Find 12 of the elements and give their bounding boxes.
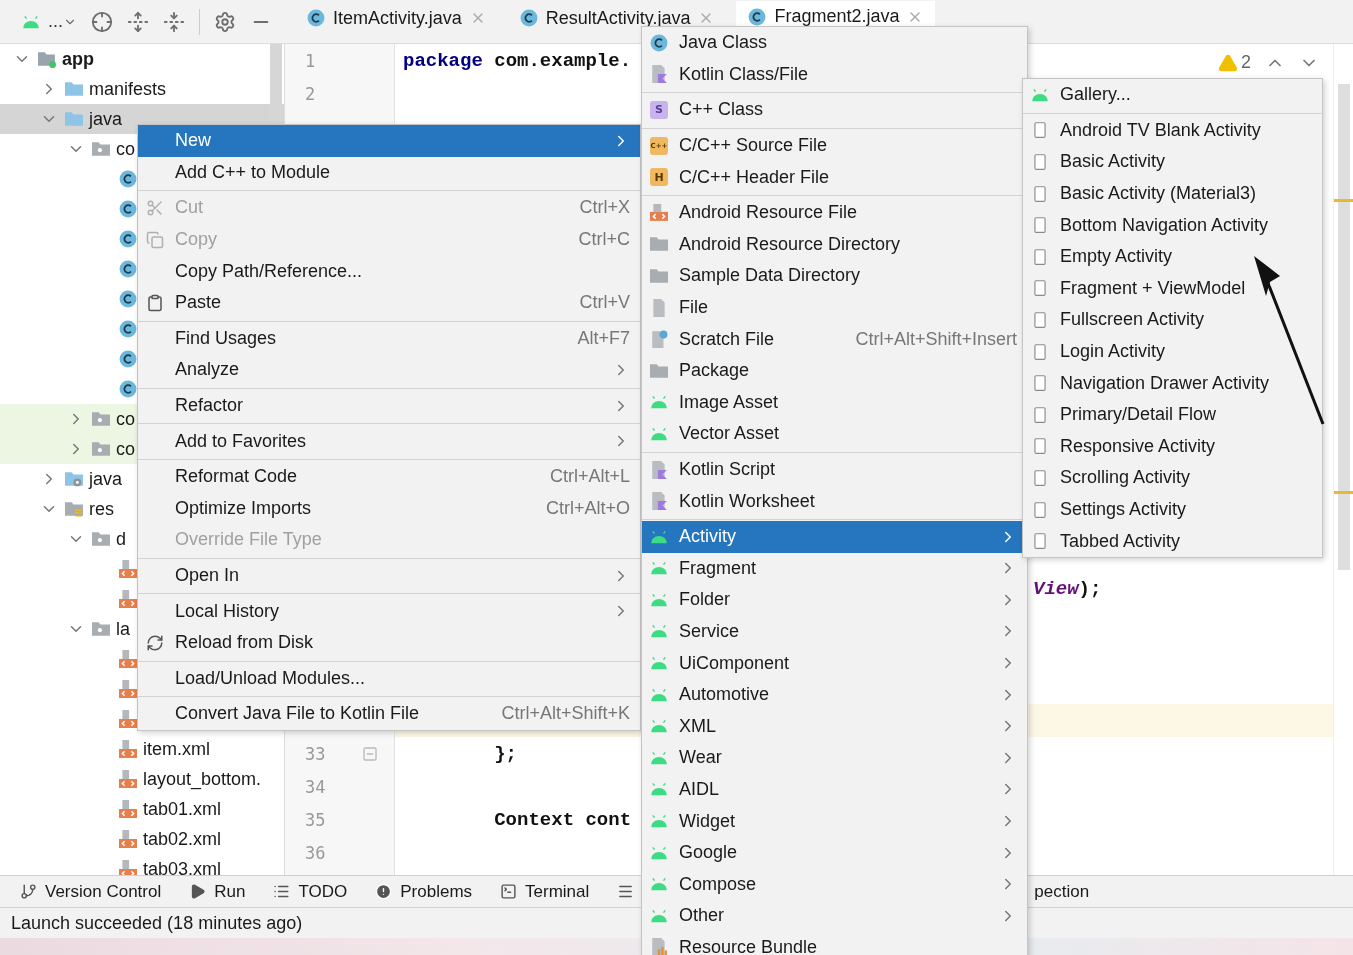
line-number: 33	[305, 743, 326, 764]
line-number: 35	[305, 809, 326, 830]
code-line: View);	[1033, 577, 1102, 600]
class-badge: S	[650, 101, 668, 119]
code-line: };	[493, 741, 518, 767]
line-number: 34	[305, 776, 326, 797]
code-line: Context cont	[493, 807, 632, 833]
file-type-badge: H	[650, 168, 668, 187]
line-number: 1	[304, 49, 317, 73]
line-number: 36	[305, 842, 326, 863]
line-number: 2	[304, 82, 317, 106]
code-line: package com.example.	[403, 48, 632, 74]
